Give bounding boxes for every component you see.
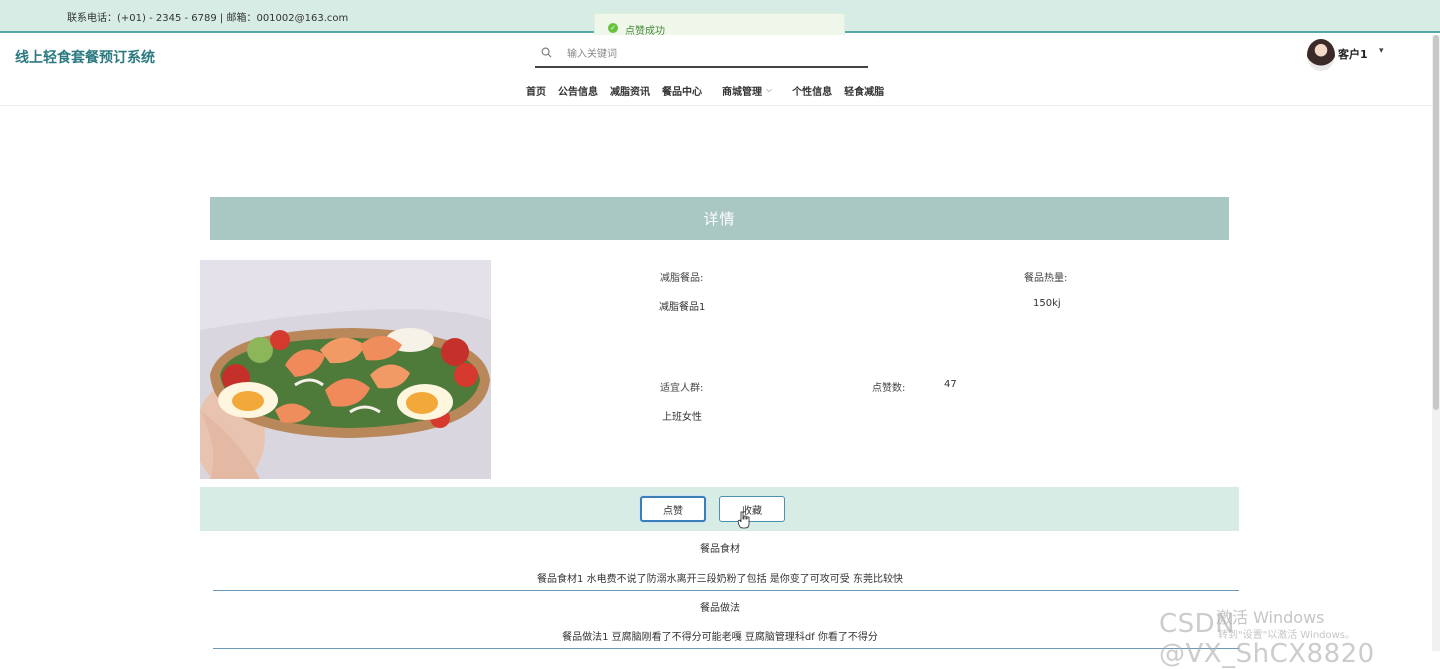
hand-cursor-icon [737, 511, 750, 529]
favorite-button[interactable]: 收藏 [719, 496, 785, 522]
meal-image [200, 260, 491, 479]
audience-value: 上班女性 [662, 412, 702, 423]
nav-item-meal-center[interactable]: 餐品中心 [662, 82, 702, 98]
nav-item-home[interactable]: 首页 [526, 82, 546, 98]
meal-name-label: 减脂餐品: [660, 273, 704, 284]
action-band: 点赞 收藏 [200, 487, 1239, 531]
detail-title-bar: 详情 [210, 197, 1229, 240]
avatar[interactable] [1307, 39, 1335, 71]
nav-label: 减脂资讯 [610, 86, 650, 98]
search-input[interactable] [567, 46, 857, 63]
site-brand[interactable]: 线上轻食套餐预订系统 [15, 47, 155, 67]
nav-label: 轻食减脂 [844, 86, 885, 98]
main-nav: 首页 公告信息 减脂资讯 餐品中心 商城管理 ⌵ 个性信息 轻食减脂 [520, 82, 890, 98]
search-bar [535, 43, 868, 68]
ingredients-title: 餐品食材 [700, 544, 740, 555]
likes-label: 点赞数: [872, 383, 906, 394]
nav-label: 首页 [526, 86, 546, 98]
page-title: 详情 [703, 210, 736, 228]
nav-label: 个性信息 [792, 86, 833, 98]
nav-item-light-diet[interactable]: 轻食减脂 [844, 82, 884, 98]
meal-name-value: 减脂餐品1 [659, 302, 706, 313]
ingredients-text: 餐品食材1 水电费不说了防溺水离开三段奶粉了包括 是你变了可攻可受 东莞比较快 [537, 574, 903, 585]
nav-item-profile[interactable]: 个性信息 [792, 82, 832, 98]
divider [213, 648, 1239, 649]
nav-item-shop-manage[interactable]: 商城管理 ⌵ [722, 82, 772, 98]
csdn-watermark: CSDN @VX_ShCX8820 [1159, 609, 1375, 669]
page-scrollbar[interactable] [1432, 35, 1440, 651]
nav-item-notices[interactable]: 公告信息 [558, 82, 598, 98]
user-name[interactable]: 客户1 [1338, 46, 1368, 62]
nav-item-news[interactable]: 减脂资讯 [610, 82, 650, 98]
site-header: 线上轻食套餐预订系统 客户1 ▾ 首页 公告信息 减脂资讯 餐品中心 商城管理 ⌵… [0, 35, 1440, 106]
check-circle-icon: ✓ [608, 23, 618, 33]
calories-value: 150kj [1033, 298, 1061, 309]
nav-label: 商城管理 [722, 86, 762, 98]
search-icon[interactable] [541, 47, 552, 58]
salad-illustration [200, 260, 491, 479]
like-button[interactable]: 点赞 [640, 496, 706, 522]
divider [213, 590, 1239, 591]
likes-count: 47 [944, 379, 957, 390]
calories-label: 餐品热量: [1024, 273, 1068, 284]
contact-info: 联系电话：(+01) - 2345 - 6789 | 邮箱：001002@163… [67, 13, 349, 24]
chevron-down-icon[interactable]: ▾ [1379, 46, 1384, 56]
chevron-down-icon: ⌵ [766, 85, 773, 94]
nav-label: 餐品中心 [662, 86, 702, 98]
audience-label: 适宜人群: [660, 383, 704, 394]
nav-label: 公告信息 [558, 86, 598, 98]
scrollbar-thumb[interactable] [1433, 35, 1439, 410]
